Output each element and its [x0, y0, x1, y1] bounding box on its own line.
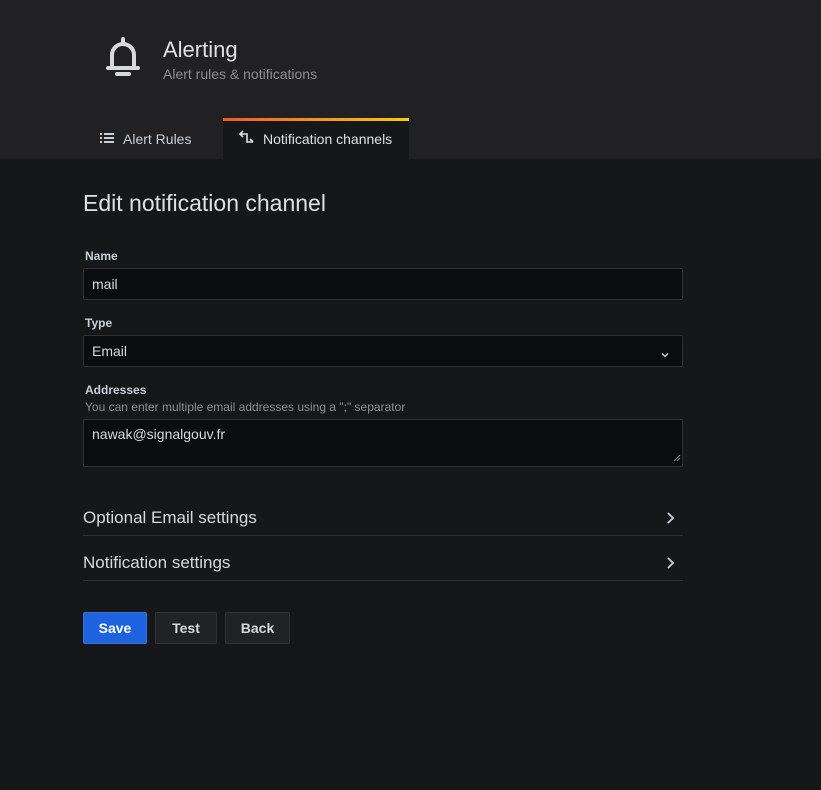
- bell-icon: [104, 36, 142, 80]
- page-header: Alerting Alert rules & notifications Ale…: [0, 0, 821, 159]
- section-title: Optional Email settings: [83, 508, 257, 527]
- test-button[interactable]: Test: [155, 612, 217, 644]
- save-button[interactable]: Save: [83, 612, 147, 644]
- addresses-value: nawak@signalgouv.fr: [92, 426, 226, 442]
- page-header-subtitle: Alert rules & notifications: [163, 66, 318, 82]
- addresses-description: You can enter multiple email addresses u…: [85, 400, 406, 414]
- tab-notification-channels[interactable]: Notification channels: [223, 118, 409, 159]
- optional-email-settings-section[interactable]: Optional Email settings: [83, 501, 683, 536]
- chevron-right-icon: [667, 557, 675, 569]
- list-icon: [100, 131, 114, 147]
- page-header-title: Alerting: [163, 37, 238, 62]
- name-input-value: mail: [92, 276, 118, 292]
- tab-alert-rules[interactable]: Alert Rules: [96, 118, 195, 159]
- chevron-right-icon: [667, 512, 675, 524]
- tab-label: Notification channels: [263, 130, 393, 147]
- type-select[interactable]: Email: [83, 335, 683, 367]
- notification-settings-section[interactable]: Notification settings: [83, 546, 683, 581]
- resize-handle-icon[interactable]: [673, 449, 681, 465]
- section-title: Notification settings: [83, 553, 231, 572]
- name-label: Name: [85, 249, 118, 263]
- chevron-down-icon: [660, 347, 670, 363]
- page-title: Edit notification channel: [83, 190, 326, 216]
- addresses-textarea[interactable]: nawak@signalgouv.fr: [83, 419, 683, 467]
- name-input[interactable]: mail: [83, 268, 683, 300]
- back-button[interactable]: Back: [225, 612, 290, 644]
- channel-icon: [238, 130, 254, 147]
- type-label: Type: [85, 316, 113, 330]
- addresses-label: Addresses: [85, 383, 147, 397]
- tab-label: Alert Rules: [123, 130, 192, 147]
- type-select-value: Email: [92, 343, 128, 359]
